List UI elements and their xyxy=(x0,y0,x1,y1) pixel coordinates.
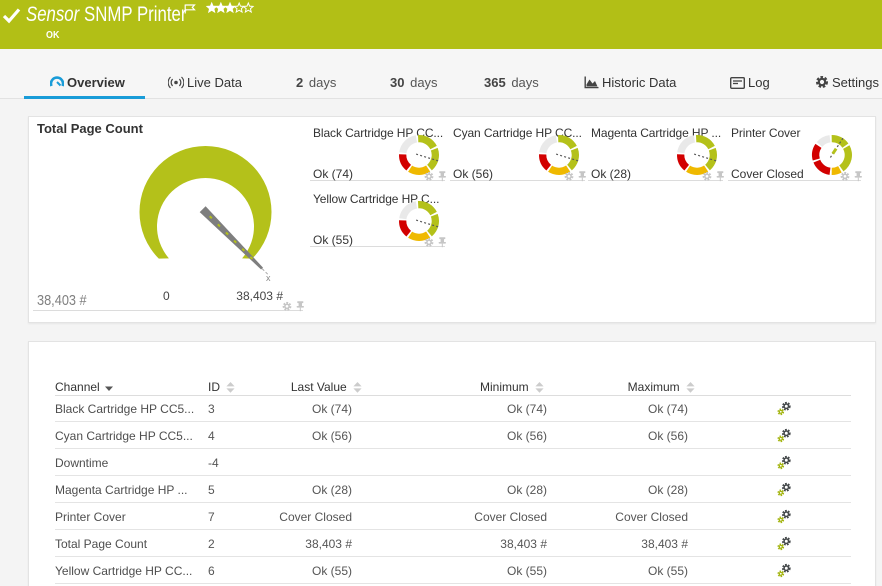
svg-text:x: x xyxy=(266,273,271,283)
